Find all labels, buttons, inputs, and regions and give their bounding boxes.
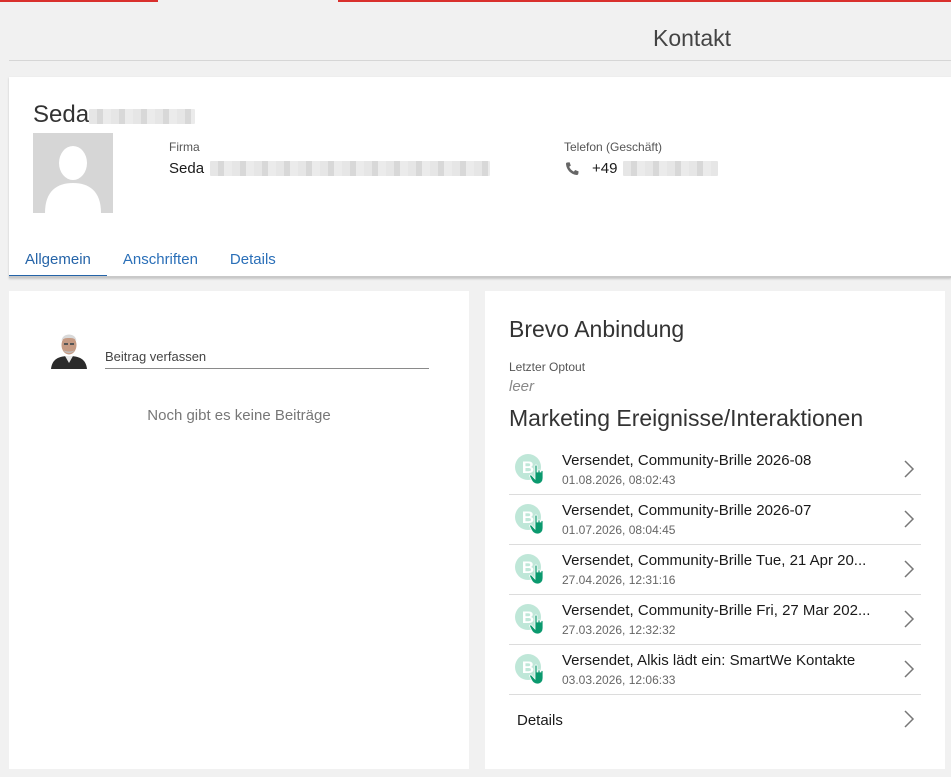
activity-feed-panel: Noch gibt es keine Beiträge [9, 291, 469, 769]
header-divider [9, 60, 951, 61]
tab-details[interactable]: Details [214, 249, 292, 278]
chevron-right-icon [904, 710, 915, 728]
chevron-right-icon [904, 560, 915, 578]
last-optout-label: Letzter Optout [509, 360, 586, 374]
redacted-company-name [210, 161, 491, 176]
brevo-click-icon: B [515, 554, 544, 585]
event-title: Versendet, Community-Brille 2026-08 [562, 452, 812, 469]
redacted-phone-number [623, 161, 719, 176]
svg-text:B: B [522, 658, 534, 677]
chevron-right-icon [904, 510, 915, 528]
contact-avatar-placeholder[interactable] [33, 133, 113, 213]
contact-name: Seda [33, 101, 90, 128]
brevo-details-link[interactable]: Details [509, 695, 921, 745]
svg-text:B: B [522, 508, 534, 527]
last-optout-value: leer [509, 378, 535, 395]
chevron-right-icon [904, 660, 915, 678]
svg-text:B: B [522, 608, 534, 627]
details-label: Details [517, 712, 563, 729]
event-list-item[interactable]: B Versendet, Community-Brille Fri, 27 Ma… [509, 595, 921, 645]
user-photo-icon [49, 331, 89, 369]
event-list-item[interactable]: B Versendet, Alkis lädt ein: SmartWe Kon… [509, 645, 921, 695]
user-avatar [49, 331, 89, 369]
page-title: Kontakt [653, 25, 731, 51]
accent-segment [0, 0, 158, 2]
event-title: Versendet, Community-Brille Fri, 27 Mar … [562, 602, 871, 619]
contact-tabs: Allgemein Anschriften Details [9, 249, 292, 278]
compose-post-input[interactable] [105, 345, 429, 369]
chevron-right-icon [904, 610, 915, 628]
contact-header-card: Seda Firma Seda Telefon (Geschäft) +49 A… [9, 77, 951, 278]
company-value[interactable]: Seda [169, 160, 204, 177]
phone-value-row[interactable]: +49 [564, 160, 719, 177]
phone-label: Telefon (Geschäft) [564, 140, 663, 154]
brevo-click-icon: B [515, 504, 544, 535]
event-list-item[interactable]: B Versendet, Community-Brille 2026-08 01… [509, 445, 921, 495]
company-value-row[interactable]: Seda [169, 160, 491, 177]
brevo-click-icon: B [515, 454, 544, 485]
svg-text:B: B [522, 458, 534, 477]
event-date: 27.04.2026, 12:31:16 [562, 573, 676, 587]
company-label: Firma [169, 140, 200, 154]
marketing-events-list: B Versendet, Community-Brille 2026-08 01… [509, 445, 921, 745]
event-list-item[interactable]: B Versendet, Community-Brille Tue, 21 Ap… [509, 545, 921, 595]
event-date: 01.08.2026, 08:02:43 [562, 473, 676, 487]
brevo-click-icon: B [515, 604, 544, 635]
empty-feed-message: Noch gibt es keine Beiträge [147, 407, 331, 424]
event-title: Versendet, Alkis lädt ein: SmartWe Konta… [562, 652, 856, 669]
tabs-divider [9, 276, 951, 278]
company-field: Firma Seda [169, 140, 491, 177]
marketing-events-title: Marketing Ereignisse/Interaktionen [509, 405, 864, 431]
redacted-last-name [89, 109, 195, 124]
tab-anschriften[interactable]: Anschriften [107, 249, 214, 278]
chevron-right-icon [904, 460, 915, 478]
brevo-click-icon: B [515, 654, 544, 685]
business-phone-field: Telefon (Geschäft) +49 [564, 140, 719, 177]
accent-segment [338, 0, 951, 2]
event-date: 01.07.2026, 08:04:45 [562, 523, 676, 537]
brevo-panel: Brevo Anbindung Letzter Optout leer Mark… [485, 291, 945, 769]
phone-icon [565, 161, 579, 175]
event-list-item[interactable]: B Versendet, Community-Brille 2026-07 01… [509, 495, 921, 545]
phone-value[interactable]: +49 [592, 160, 617, 177]
svg-text:B: B [522, 558, 534, 577]
person-silhouette-icon [33, 133, 113, 213]
brevo-section-title: Brevo Anbindung [509, 316, 685, 342]
event-title: Versendet, Community-Brille 2026-07 [562, 502, 812, 519]
event-date: 03.03.2026, 12:06:33 [562, 673, 676, 687]
event-date: 27.03.2026, 12:32:32 [562, 623, 676, 637]
top-accent-bar [0, 0, 951, 2]
event-title: Versendet, Community-Brille Tue, 21 Apr … [562, 552, 867, 569]
tab-allgemein[interactable]: Allgemein [9, 249, 107, 278]
